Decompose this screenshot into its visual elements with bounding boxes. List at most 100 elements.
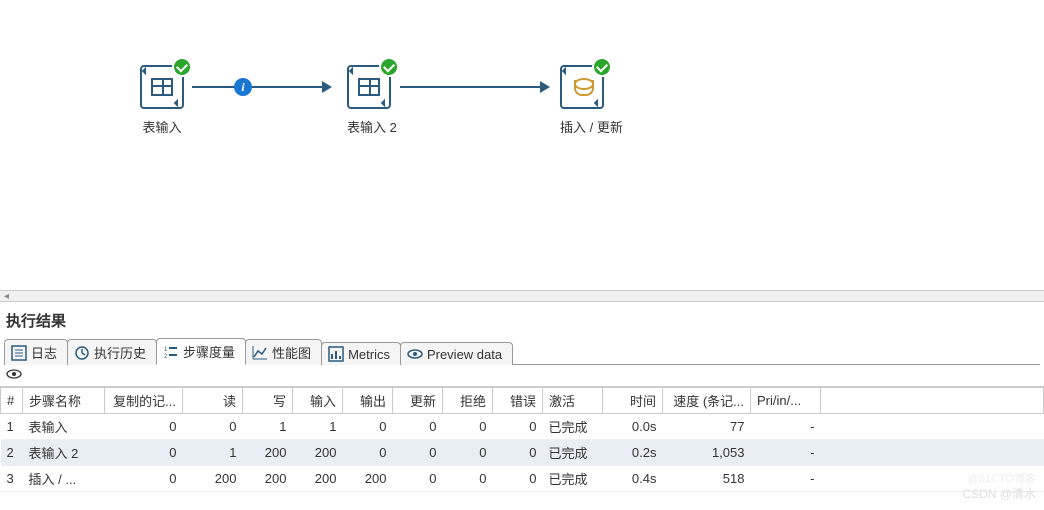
hop-2[interactable] — [400, 86, 540, 88]
svg-text:2: 2 — [164, 354, 168, 360]
step-label: 插入 / 更新 — [560, 117, 623, 136]
cell-step-name: 表输入 — [23, 414, 105, 440]
watermark-secondary: @51CTO博客 — [968, 470, 1036, 486]
col-index[interactable]: # — [1, 388, 23, 414]
metrics-icon — [328, 346, 344, 362]
cell-update: 0 — [393, 466, 443, 492]
cell-time: 0.0s — [603, 414, 663, 440]
table-row[interactable]: 3插入 / ...0200200200200000已完成0.4s518- — [1, 466, 1044, 492]
hop-1[interactable] — [192, 86, 322, 88]
results-title: 执行结果 — [0, 302, 1044, 337]
table-header-row: # 步骤名称 复制的记... 读 写 输入 输出 更新 拒绝 错误 激活 时间 … — [1, 388, 1044, 414]
cell-error: 0 — [493, 414, 543, 440]
col-copy[interactable]: 复制的记... — [105, 388, 183, 414]
cell-read: 1 — [183, 440, 243, 466]
tab-history[interactable]: 执行历史 — [67, 339, 157, 365]
col-time[interactable]: 时间 — [603, 388, 663, 414]
cell-index: 2 — [1, 440, 23, 466]
clock-icon — [74, 345, 90, 361]
eye-icon — [407, 346, 423, 362]
cell-out: 0 — [343, 414, 393, 440]
col-step-name[interactable]: 步骤名称 — [23, 388, 105, 414]
col-out[interactable]: 输出 — [343, 388, 393, 414]
eye-icon[interactable] — [6, 369, 22, 384]
cell-active: 已完成 — [543, 414, 603, 440]
step-table-input-1[interactable]: 表输入 — [140, 65, 184, 136]
cell-read: 200 — [183, 466, 243, 492]
tab-preview[interactable]: Preview data — [400, 342, 513, 365]
log-icon — [11, 345, 27, 361]
cell-pri: - — [751, 414, 821, 440]
watermark-primary: CSDN @清水 — [962, 485, 1036, 502]
tab-log[interactable]: 日志 — [4, 339, 68, 365]
cell-copy: 0 — [105, 414, 183, 440]
col-error[interactable]: 错误 — [493, 388, 543, 414]
step-label: 表输入 2 — [347, 117, 397, 136]
splitter[interactable] — [0, 290, 1044, 302]
info-icon[interactable]: i — [234, 78, 252, 96]
cell-index: 1 — [1, 414, 23, 440]
svg-text:1: 1 — [164, 347, 168, 353]
cell-index: 3 — [1, 466, 23, 492]
cell-reject: 0 — [443, 466, 493, 492]
tab-label: 性能图 — [272, 343, 311, 362]
cell-update: 0 — [393, 440, 443, 466]
filter-row — [0, 365, 1044, 387]
tab-label: 执行历史 — [94, 343, 146, 362]
success-badge-icon — [172, 57, 192, 77]
tab-step-metrics[interactable]: 12 步骤度量 — [156, 338, 246, 365]
step-label: 表输入 — [140, 117, 184, 136]
cell-error: 0 — [493, 466, 543, 492]
cell-speed: 77 — [663, 414, 751, 440]
database-icon — [571, 76, 593, 98]
cell-pri: - — [751, 440, 821, 466]
tab-perf-graph[interactable]: 性能图 — [245, 339, 322, 365]
cell-reject: 0 — [443, 440, 493, 466]
table-row[interactable]: 1表输入00110000已完成0.0s77- — [1, 414, 1044, 440]
cell-error: 0 — [493, 440, 543, 466]
col-speed[interactable]: 速度 (条记... — [663, 388, 751, 414]
table-row[interactable]: 2表输入 2012002000000已完成0.2s1,053- — [1, 440, 1044, 466]
cell-in: 200 — [293, 440, 343, 466]
tab-metrics[interactable]: Metrics — [321, 342, 401, 365]
cell-reject: 0 — [443, 414, 493, 440]
cell-copy: 0 — [105, 466, 183, 492]
col-in[interactable]: 输入 — [293, 388, 343, 414]
cell-step-name: 表输入 2 — [23, 440, 105, 466]
tab-label: 步骤度量 — [183, 342, 235, 361]
step-metrics-table: # 步骤名称 复制的记... 读 写 输入 输出 更新 拒绝 错误 激活 时间 … — [0, 387, 1044, 492]
cell-write: 200 — [243, 440, 293, 466]
cell-speed: 1,053 — [663, 440, 751, 466]
col-update[interactable]: 更新 — [393, 388, 443, 414]
cell-speed: 518 — [663, 466, 751, 492]
cell-read: 0 — [183, 414, 243, 440]
table-icon — [358, 78, 380, 96]
table-icon — [151, 78, 173, 96]
cell-in: 1 — [293, 414, 343, 440]
chart-icon — [252, 345, 268, 361]
col-filler — [821, 388, 1044, 414]
cell-in: 200 — [293, 466, 343, 492]
cell-write: 1 — [243, 414, 293, 440]
step-table-input-2[interactable]: 表输入 2 — [347, 65, 397, 136]
col-read[interactable]: 读 — [183, 388, 243, 414]
cell-time: 0.2s — [603, 440, 663, 466]
list-icon: 12 — [163, 344, 179, 360]
cell-active: 已完成 — [543, 466, 603, 492]
results-tabs: 日志 执行历史 12 步骤度量 性能图 Metrics Preview data — [4, 337, 1040, 365]
col-write[interactable]: 写 — [243, 388, 293, 414]
col-reject[interactable]: 拒绝 — [443, 388, 493, 414]
cell-active: 已完成 — [543, 440, 603, 466]
tab-label: 日志 — [31, 343, 57, 362]
cell-out: 0 — [343, 440, 393, 466]
col-pri[interactable]: Pri/in/... — [751, 388, 821, 414]
cell-time: 0.4s — [603, 466, 663, 492]
cell-out: 200 — [343, 466, 393, 492]
cell-step-name: 插入 / ... — [23, 466, 105, 492]
transformation-canvas[interactable]: 表输入 i 表输入 2 插入 / 更新 — [0, 0, 1044, 290]
col-active[interactable]: 激活 — [543, 388, 603, 414]
tab-label: Preview data — [427, 347, 502, 362]
cell-write: 200 — [243, 466, 293, 492]
success-badge-icon — [592, 57, 612, 77]
step-insert-update[interactable]: 插入 / 更新 — [560, 65, 623, 136]
